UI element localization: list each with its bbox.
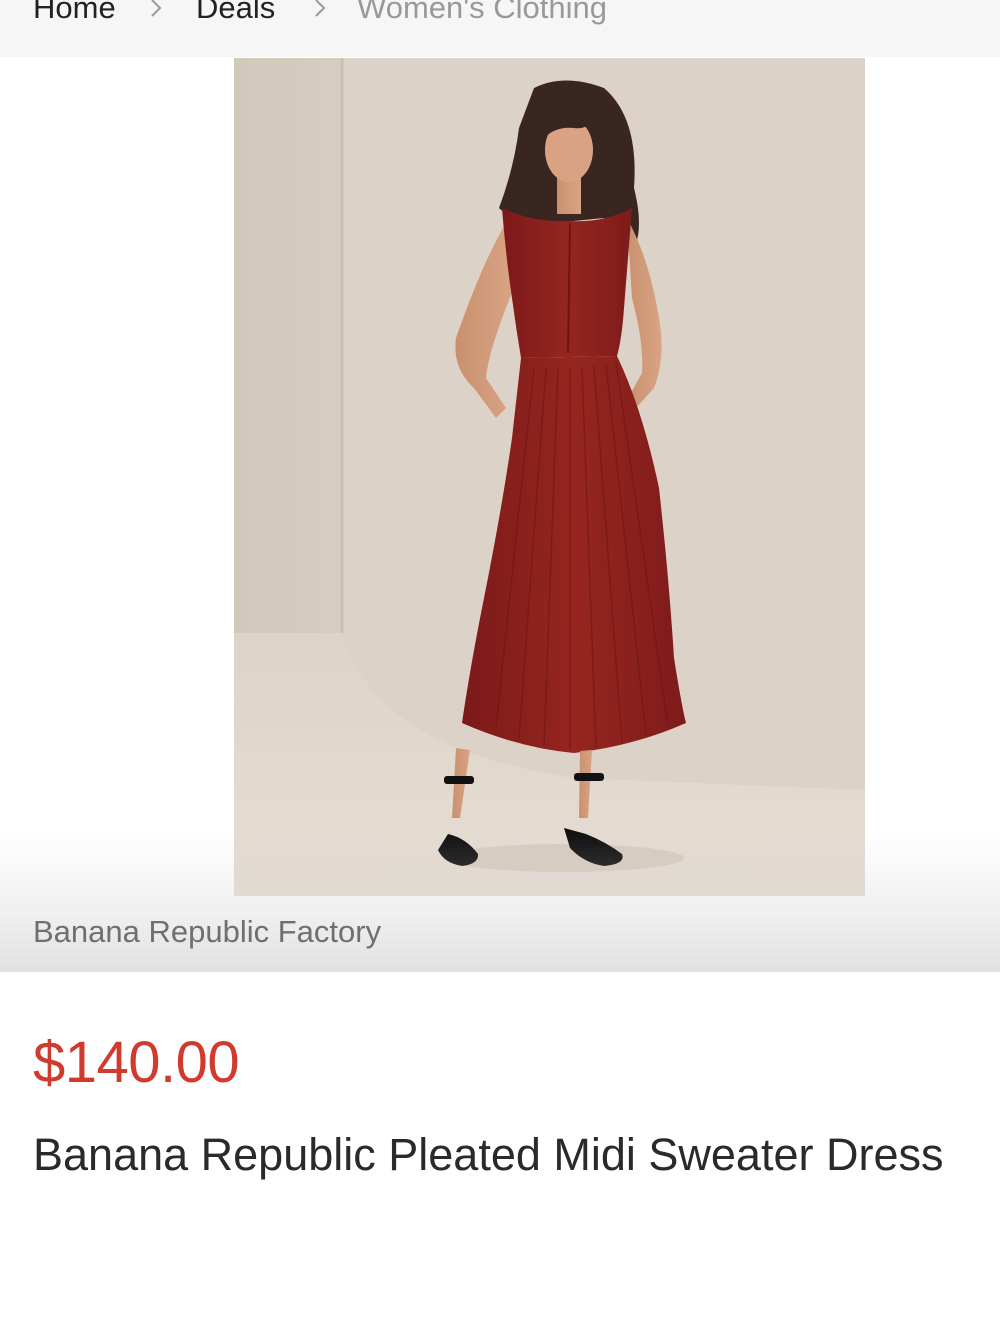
product-image[interactable] — [234, 58, 865, 896]
product-image-section: Banana Republic Factory — [0, 57, 1000, 972]
product-title: Banana Republic Pleated Midi Sweater Dre… — [33, 1129, 944, 1180]
chevron-right-icon — [315, 0, 326, 17]
breadcrumb: Home Deals Women's Clothing — [0, 0, 1000, 57]
brand-name[interactable]: Banana Republic Factory — [33, 912, 381, 952]
product-price: $140.00 — [33, 1030, 240, 1095]
chevron-right-icon — [151, 0, 162, 17]
breadcrumb-current-page: Women's Clothing — [357, 0, 608, 25]
breadcrumb-deals-link[interactable]: Deals — [196, 0, 275, 28]
breadcrumb-home-link[interactable]: Home — [33, 0, 116, 28]
